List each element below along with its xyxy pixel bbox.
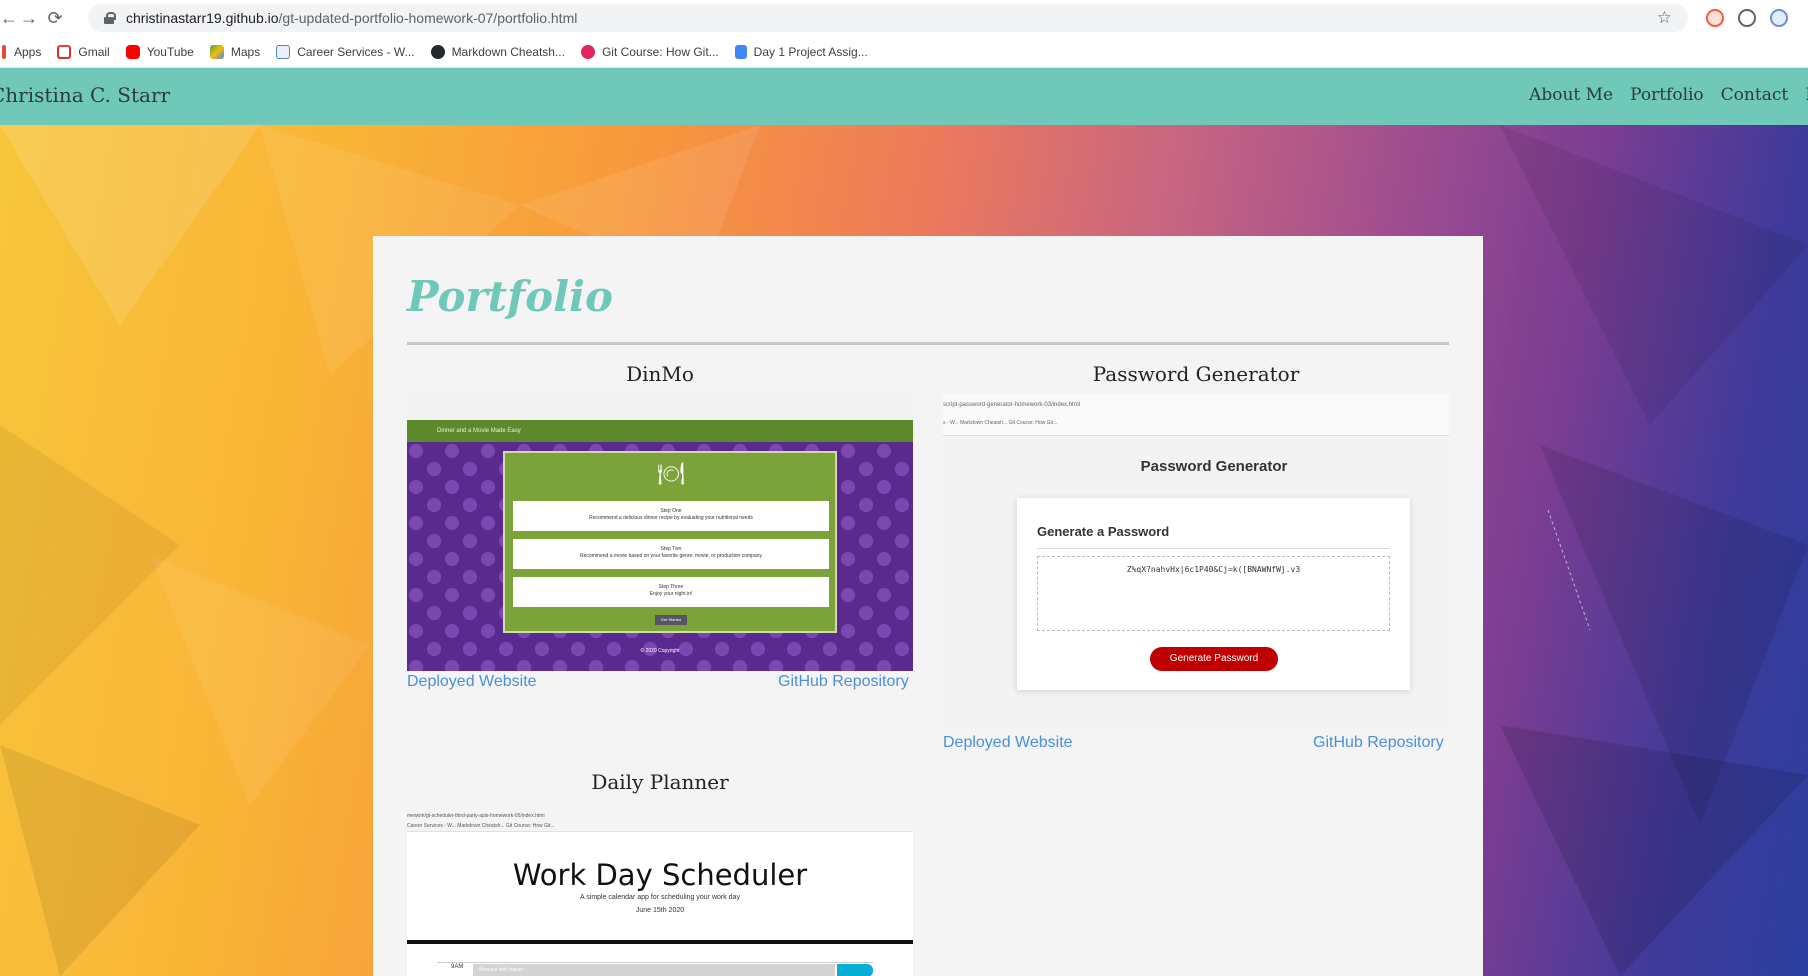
dinmo-deployed-link[interactable]: Deployed Website <box>407 673 537 691</box>
lock-icon <box>104 12 116 24</box>
docs-icon <box>734 44 747 59</box>
divider <box>407 342 1449 345</box>
thumb-title: Work Day Scheduler <box>512 858 808 892</box>
thumb-date: June 15th 2020 <box>635 907 685 914</box>
url-host: christinastarr19.github.io <box>126 10 279 26</box>
project-title-dinmo: DinMo <box>626 362 694 386</box>
thumb-card-title: Generate a Password <box>1037 524 1170 539</box>
dinmo-screenshot[interactable]: Dinner and a Movie Made Easy 🍽 Step One R… <box>407 394 913 671</box>
thumb-browser-chrome: mework/gt-scheduler-third-party-apis-hom… <box>407 802 913 832</box>
thumb-panel: 🍽 Step One Recommend a delicious dinner r… <box>503 451 837 633</box>
password-output: Z%qX?nahvHx|6c1P40&Cj=k([BNAWNfWj.v3 <box>1037 556 1390 631</box>
extension-icon[interactable] <box>1738 9 1756 27</box>
thumb-header: Dinner and a Movie Made Easy <box>407 420 913 442</box>
bookmark-day1[interactable]: Day 1 Project Assig... <box>734 44 868 59</box>
youtube-icon <box>125 44 140 59</box>
bookmark-career-services[interactable]: Career Services - W... <box>276 44 415 59</box>
course-icon <box>580 44 595 59</box>
extension-icon[interactable] <box>1706 9 1724 27</box>
site-navbar: Christina C. Starr About Me Portfolio Co… <box>0 68 1808 125</box>
divider <box>1037 548 1390 549</box>
bookmark-gmail[interactable]: Gmail <box>57 44 110 59</box>
thumb-jumbotron: Work Day Scheduler A simple calendar app… <box>407 832 913 944</box>
url-bar[interactable]: christinastarr19.github.io/gt-updated-po… <box>88 4 1688 32</box>
dinner-movie-icon: 🍽 <box>657 461 685 486</box>
site-brand[interactable]: Christina C. Starr <box>0 83 170 107</box>
get-started-button: Get Started <box>655 615 687 625</box>
thumb-copyright: © 2020 Copyright <box>640 648 680 654</box>
bookmarks-bar: Apps Gmail YouTube Maps Career Services … <box>0 36 1808 68</box>
apps-grid-icon <box>2 44 6 59</box>
maps-icon <box>209 44 224 59</box>
hour-label: 9AM <box>451 964 464 970</box>
project-title-password: Password Generator <box>1092 362 1300 386</box>
page-title: Portfolio <box>407 272 614 321</box>
thumb-browser-chrome <box>407 394 913 420</box>
thumb-browser-chrome: script-password-generator-homework-03/in… <box>943 394 1449 436</box>
forward-arrow-icon[interactable]: → <box>16 8 42 29</box>
browser-address-bar: ← → ⟳ christinastarr19.github.io/gt-upda… <box>0 0 1808 36</box>
gmail-icon <box>57 44 72 59</box>
nav-link-portfolio[interactable]: Portfolio <box>1630 85 1704 105</box>
bookmark-apps[interactable]: Apps <box>2 44 41 59</box>
github-icon <box>430 44 445 59</box>
password-deployed-link[interactable]: Deployed Website <box>943 734 1073 752</box>
password-generator-screenshot[interactable]: script-password-generator-homework-03/in… <box>943 394 1449 732</box>
password-repo-link[interactable]: GitHub Repository <box>1313 734 1444 752</box>
save-icon <box>837 964 873 976</box>
daily-planner-screenshot[interactable]: mework/gt-scheduler-third-party-apis-hom… <box>407 802 913 976</box>
bookmark-star-icon[interactable]: ☆ <box>1657 8 1672 28</box>
step-card: Step Three Enjoy your night in! <box>513 577 829 607</box>
bookmark-youtube[interactable]: YouTube <box>125 44 194 59</box>
nav-links: About Me Portfolio Contact R <box>1529 85 1808 105</box>
generate-password-button: Generate Password <box>1150 647 1278 671</box>
bookmark-markdown[interactable]: Markdown Cheatsh... <box>430 44 565 59</box>
reload-icon[interactable]: ⟳ <box>42 8 68 29</box>
thumb-heading: Password Generator <box>1140 458 1288 475</box>
bookmark-maps[interactable]: Maps <box>209 44 260 59</box>
url-path: /gt-updated-portfolio-homework-07/portfo… <box>278 10 578 26</box>
step-card: Step One Recommend a delicious dinner rec… <box>513 501 829 531</box>
nav-link-contact[interactable]: Contact <box>1721 85 1789 105</box>
time-block-row: 9AM Workout with trainer <box>437 962 873 976</box>
nav-link-about[interactable]: About Me <box>1529 85 1613 105</box>
time-slot: Workout with trainer <box>473 964 835 976</box>
portfolio-card: Portfolio DinMo Dinner and a Movie Made … <box>373 236 1483 976</box>
back-arrow-icon[interactable]: ← <box>0 8 18 29</box>
project-title-planner: Daily Planner <box>591 770 729 794</box>
profile-avatar-icon[interactable] <box>1770 9 1788 27</box>
thumb-card: Generate a Password Z%qX?nahvHx|6c1P40&C… <box>1017 498 1410 690</box>
dinmo-repo-link[interactable]: GitHub Repository <box>778 673 909 691</box>
thumb-subtitle: A simple calendar app for scheduling you… <box>580 894 740 901</box>
bookmark-git-course[interactable]: Git Course: How Git... <box>580 44 719 59</box>
step-card: Step Two Recommend a movie based on your … <box>513 539 829 569</box>
career-icon <box>276 44 291 59</box>
